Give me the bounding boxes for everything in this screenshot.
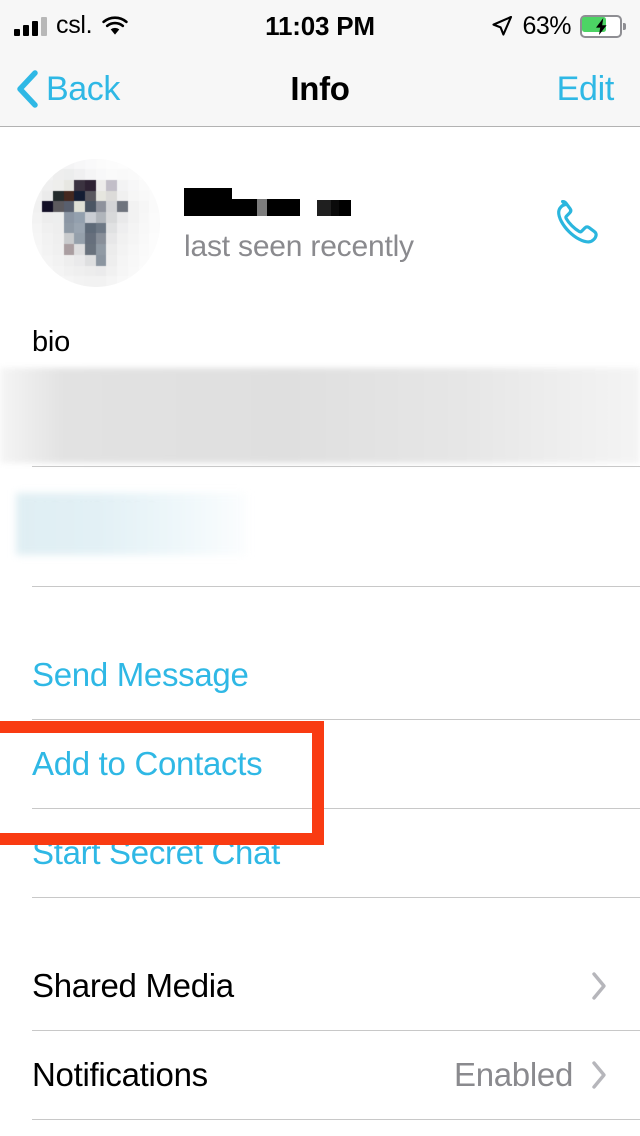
chevron-right-icon (591, 1060, 608, 1090)
divider (32, 1119, 640, 1120)
profile-header: last seen recently (0, 128, 640, 318)
telegram-contact-info-screen: csl. 11:03 PM 63% Back Info Edit last se… (0, 0, 640, 1136)
shared-media-row[interactable]: Shared Media (0, 942, 640, 1030)
notifications-row[interactable]: Notifications Enabled (0, 1031, 640, 1119)
bio-field[interactable]: bio (0, 318, 640, 466)
content-area: last seen recently bio username (0, 128, 640, 1136)
add-to-contacts-row[interactable]: Add to Contacts (0, 720, 640, 808)
page-title: Info (290, 70, 350, 107)
clock-label: 11:03 PM (265, 10, 375, 41)
divider (32, 897, 640, 898)
status-bar-right: 63% (491, 0, 626, 52)
send-message-row[interactable]: Send Message (0, 631, 640, 719)
edit-button[interactable]: Edit (557, 52, 615, 126)
start-secret-chat-row[interactable]: Start Secret Chat (0, 809, 640, 897)
profile-text: last seen recently (184, 182, 608, 264)
bio-label: bio (32, 326, 71, 358)
add-to-contacts-label: Add to Contacts (32, 745, 263, 782)
start-secret-chat-label: Start Secret Chat (32, 834, 281, 871)
contact-status: last seen recently (184, 230, 414, 263)
avatar[interactable] (32, 159, 160, 287)
phone-icon[interactable] (548, 195, 604, 251)
navigation-bar: Back Info Edit (0, 52, 640, 127)
divider (32, 586, 640, 587)
shared-media-label: Shared Media (32, 967, 234, 1004)
send-message-label: Send Message (32, 656, 249, 693)
battery-charging-icon (580, 14, 626, 38)
contact-name-redacted (184, 182, 608, 216)
notifications-value: Enabled (453, 1056, 573, 1093)
username-field[interactable]: username (0, 467, 640, 586)
battery-percent-label: 63% (522, 11, 571, 40)
username-value-redacted (16, 493, 246, 555)
location-arrow-icon (491, 15, 513, 37)
chevron-right-icon (591, 971, 608, 1001)
notifications-label: Notifications (32, 1056, 208, 1093)
bio-value-redacted (0, 368, 640, 463)
status-bar: csl. 11:03 PM 63% (0, 0, 640, 52)
